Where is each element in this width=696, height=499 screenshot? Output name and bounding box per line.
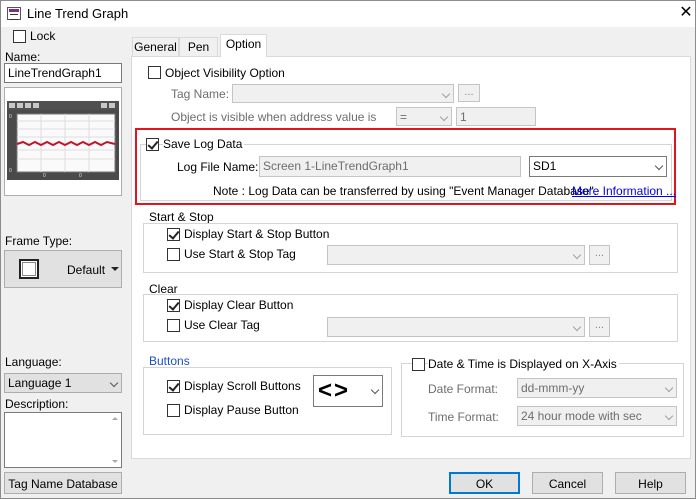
lock-checkbox[interactable] <box>13 30 26 43</box>
title-bar: Line Trend Graph ✕ <box>1 1 695 27</box>
lock-label: Lock <box>30 29 56 43</box>
preview-axis-label-2: 0 <box>9 168 12 174</box>
time-format-select[interactable]: 24 hour mode with sec <box>517 406 677 426</box>
chevron-down-icon <box>664 411 674 421</box>
close-icon[interactable]: ✕ <box>677 3 695 23</box>
log-storage-value: SD1 <box>533 159 557 173</box>
name-input[interactable]: LineTrendGraph1 <box>4 63 122 83</box>
dropdown-arrow-icon <box>111 267 119 271</box>
use-start-stop-tag-label: Use Start & Stop Tag <box>184 247 296 261</box>
language-value: Language 1 <box>8 376 72 390</box>
more-information-link[interactable]: More Information ... <box>572 184 676 198</box>
object-visibility-label: Object Visibility Option <box>165 66 285 80</box>
tag-name-database-button[interactable]: Tag Name Database <box>4 472 122 494</box>
frame-inner-icon <box>22 262 36 276</box>
preview-axis-label-3: 0 <box>43 173 46 179</box>
datetime-xaxis-label: Date & Time is Displayed on X-Axis <box>428 357 619 371</box>
ok-button[interactable]: OK <box>449 472 520 494</box>
chevron-down-icon <box>109 378 119 388</box>
log-storage-select[interactable]: SD1 <box>529 156 667 177</box>
start-stop-tag-select[interactable] <box>327 245 585 265</box>
language-select[interactable]: Language 1 <box>4 373 122 393</box>
use-clear-tag-checkbox[interactable] <box>167 319 180 332</box>
display-start-stop-label: Display Start & Stop Button <box>184 227 330 241</box>
visible-when-label: Object is visible when address value is <box>171 110 377 124</box>
event-manager-note: Note : Log Data can be transferred by us… <box>213 184 598 198</box>
frame-type-dropdown[interactable]: Default <box>4 250 122 288</box>
chevron-down-icon <box>439 112 449 122</box>
cancel-button[interactable]: Cancel <box>532 472 603 494</box>
preview-axis-label-4: 0 <box>79 173 82 179</box>
tag-name-select[interactable] <box>232 84 454 103</box>
help-button[interactable]: Help <box>615 472 686 494</box>
frame-type-value: Default <box>67 263 106 277</box>
tag-name-browse-button[interactable]: ... <box>458 84 480 102</box>
description-label: Description: <box>5 397 69 411</box>
trend-graph-preview-image <box>7 101 119 180</box>
preview-axis-label-1: 0 <box>9 114 12 120</box>
use-clear-tag-label: Use Clear Tag <box>184 318 260 332</box>
display-clear-label: Display Clear Button <box>184 298 294 312</box>
date-format-label: Date Format: <box>428 382 499 396</box>
clear-tag-select[interactable] <box>327 317 585 337</box>
scroll-arrows-icon: <> <box>318 377 351 404</box>
object-visibility-checkbox[interactable] <box>148 66 161 79</box>
time-format-value: 24 hour mode with sec <box>521 409 642 423</box>
display-scroll-buttons-label: Display Scroll Buttons <box>184 379 301 393</box>
start-stop-group-label: Start & Stop <box>149 210 214 224</box>
line-trend-graph-dialog: Line Trend Graph ✕ Lock Name: LineTrendG… <box>0 0 696 499</box>
display-start-stop-checkbox[interactable] <box>167 228 180 241</box>
display-clear-checkbox[interactable] <box>167 299 180 312</box>
datetime-xaxis-checkbox[interactable] <box>412 358 425 371</box>
app-icon <box>7 7 21 20</box>
buttons-group-label: Buttons <box>149 354 190 368</box>
chevron-down-icon <box>441 89 451 99</box>
tab-pen[interactable]: Pen <box>179 37 218 57</box>
scroll-down-icon[interactable] <box>112 460 118 463</box>
date-format-value: dd-mmm-yy <box>521 381 585 395</box>
tab-option[interactable]: Option <box>220 34 267 57</box>
scroll-up-icon[interactable] <box>112 417 118 420</box>
chevron-down-icon <box>572 322 582 332</box>
log-file-name-input[interactable]: Screen 1-LineTrendGraph1 <box>259 156 521 177</box>
chevron-down-icon <box>572 250 582 260</box>
display-scroll-buttons-checkbox[interactable] <box>167 380 180 393</box>
window-title: Line Trend Graph <box>27 6 129 21</box>
display-pause-button-label: Display Pause Button <box>184 403 299 417</box>
compare-value-input[interactable]: 1 <box>456 107 536 126</box>
time-format-label: Time Format: <box>428 410 499 424</box>
language-label: Language: <box>5 355 62 369</box>
date-format-select[interactable]: dd-mmm-yy <box>517 378 677 398</box>
clear-tag-browse-button[interactable]: ... <box>589 317 610 337</box>
save-log-checkbox[interactable] <box>146 138 159 151</box>
display-pause-button-checkbox[interactable] <box>167 404 180 417</box>
chevron-down-icon <box>664 383 674 393</box>
name-label: Name: <box>5 50 41 64</box>
start-stop-tag-browse-button[interactable]: ... <box>589 245 610 265</box>
compare-operator-value: = <box>400 110 408 124</box>
tab-general[interactable]: General <box>132 37 179 57</box>
scroll-button-style-select[interactable]: <> <box>313 375 383 407</box>
compare-operator-select[interactable]: = <box>396 107 452 126</box>
save-log-label: Save Log Data <box>163 137 245 151</box>
use-start-stop-tag-checkbox[interactable] <box>167 248 180 261</box>
log-file-name-label: Log File Name: <box>177 160 259 174</box>
description-textarea[interactable] <box>4 412 122 468</box>
chevron-down-icon <box>654 161 664 171</box>
trend-graph-preview: 0 0 0 0 <box>4 87 122 196</box>
chevron-down-icon <box>370 385 380 395</box>
frame-type-label: Frame Type: <box>5 234 73 248</box>
tag-name-label: Tag Name: <box>171 87 230 101</box>
